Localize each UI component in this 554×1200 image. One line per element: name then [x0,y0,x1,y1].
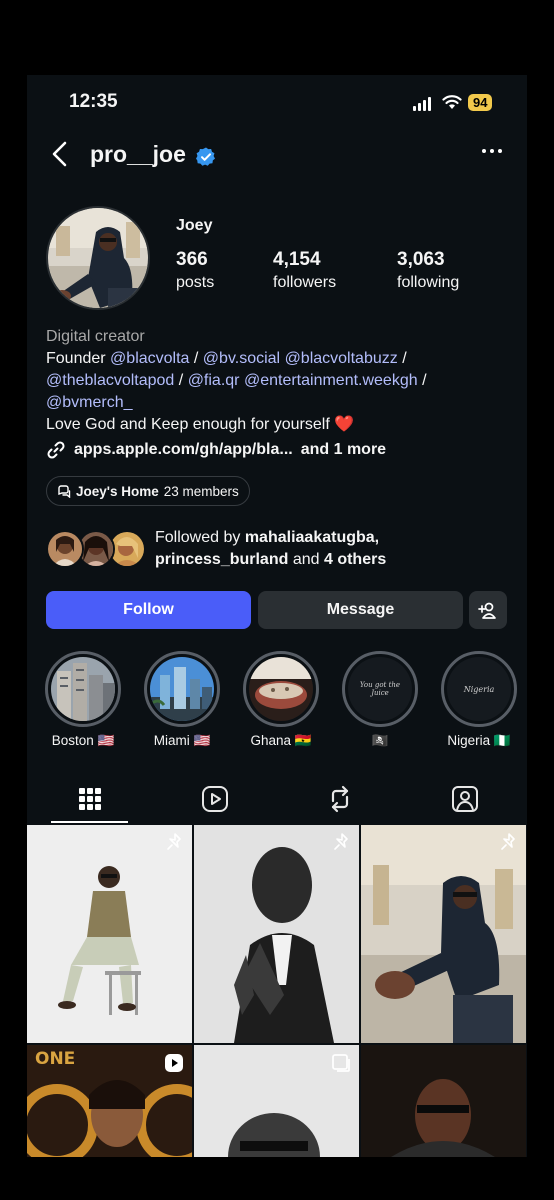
post-thumbnail[interactable] [361,1045,526,1157]
stat-value: 366 [176,249,208,270]
bio-separator: / [402,350,407,367]
display-name: Joey [176,217,213,234]
carousel-icon [332,1054,350,1072]
stat-value: 3,063 [397,249,445,270]
broadcast-channel-chip[interactable]: Joey's Home 23 members [46,476,250,506]
mention-link[interactable]: @blacvolta [110,350,189,367]
mention-link[interactable]: @fia.qr [188,372,240,389]
back-arrow-icon[interactable] [49,139,71,169]
channel-name: Joey's Home [76,483,159,499]
highlight-pirate[interactable]: You got the Juice 🏴‍☠️ [341,651,419,749]
followed-by-section[interactable]: Followed by mahaliaakatugba, princess_bu… [46,527,526,571]
link-icon [47,441,65,459]
post-thumbnail[interactable] [194,1045,359,1157]
highlight-cover-text: You got the Juice [359,681,401,697]
highlight-label: Boston 🇺🇸 [51,733,115,748]
stat-label: posts [176,274,215,291]
bio-line-3: @bvmerch_ [46,392,516,414]
cellular-signal-icon [413,97,431,111]
stat-label: following [397,274,460,291]
profile-bio: Digital creator Founder @blacvolta / @bv… [46,326,516,436]
channel-members: 23 members [163,483,239,499]
pin-icon [167,833,181,850]
profile-link[interactable]: apps.apple.com/gh/app/bla... and 1 more [46,440,386,460]
pin-icon [334,833,348,850]
tab-posts[interactable] [27,775,152,823]
verified-badge-icon [196,147,216,166]
post-thumbnail[interactable]: ONE [27,1045,192,1157]
bio-separator: / [178,372,184,389]
follower-username[interactable]: mahaliaakatugba, [245,529,379,546]
reels-icon [201,786,228,812]
stat-value: 4,154 [273,249,321,270]
more-options-icon[interactable] [482,149,502,153]
mention-link[interactable]: @bv.social [203,350,280,367]
post-thumbnail[interactable] [361,825,526,1043]
bio-tagline: Love God and Keep enough for yourself [46,416,330,433]
mention-link[interactable]: @entertainment.weekgh [244,372,418,389]
mention-link[interactable]: @blacvoltabuzz [285,350,398,367]
highlight-nigeria[interactable]: Nigeria Nigeria 🇳🇬 [440,651,518,749]
link-url[interactable]: apps.apple.com/gh/app/bla... [74,441,293,459]
followed-by-and: and [292,551,320,568]
highlight-label: Nigeria 🇳🇬 [447,733,511,748]
tagged-icon [451,786,478,812]
profile-header: pro__joe [27,135,527,175]
status-bar: 12:35 94 [27,91,527,115]
bio-founder-text: Founder [46,350,106,367]
channel-icon [58,485,71,498]
suggested-accounts-button[interactable] [469,591,507,629]
stat-following[interactable]: 3,063 following [397,249,459,292]
tab-reels[interactable] [152,775,277,823]
mention-link[interactable]: @bvmerch_ [46,394,133,411]
tab-tagged[interactable] [402,775,527,823]
profile-tabs [27,775,527,823]
profile-category: Digital creator [46,328,145,345]
wifi-icon [442,95,462,109]
battery-indicator: 94 [468,94,493,111]
post-thumbnail[interactable] [27,825,192,1043]
link-more[interactable]: and 1 more [301,441,386,459]
follower-avatar [46,530,84,568]
mention-link[interactable]: @theblacvoltapod [46,372,174,389]
followed-by-text: Followed by mahaliaakatugba, princess_bu… [155,527,515,571]
bio-line-2: @theblacvoltapod / @fia.qr @entertainmen… [46,370,516,392]
bio-separator: / [422,372,427,389]
add-person-icon [478,602,496,619]
followed-by-others[interactable]: 4 others [324,551,386,568]
profile-avatar[interactable] [46,206,150,310]
stat-posts[interactable]: 366 posts [176,249,214,292]
highlight-boston[interactable]: Boston 🇺🇸 [44,651,122,749]
active-tab-indicator [51,821,128,823]
highlight-cover-text: Nigeria [463,684,495,694]
message-button[interactable]: Message [258,591,463,629]
reel-icon [165,1054,183,1072]
bio-line-4: Love God and Keep enough for yourself ❤️ [46,414,516,436]
reposts-icon [331,785,348,813]
grid-icon [78,788,101,810]
pin-icon [501,833,515,850]
status-time: 12:35 [69,91,118,112]
highlight-label: 🏴‍☠️ [371,733,389,748]
profile-screen: 12:35 94 pro__joe Joey 366 posts 4,154 f… [27,75,527,1157]
followed-by-prefix: Followed by [155,529,241,546]
tab-reposts[interactable] [277,775,402,823]
heart-emoji: ❤️ [334,416,355,433]
follow-button[interactable]: Follow [46,591,251,629]
follower-username[interactable]: princess_burland [155,551,288,568]
stat-followers[interactable]: 4,154 followers [273,249,336,292]
highlight-ghana[interactable]: Ghana 🇬🇭 [242,651,320,749]
post-brand-text: ONE [35,1049,76,1069]
post-thumbnail[interactable] [194,825,359,1043]
bio-separator: / [193,350,199,367]
profile-username: pro__joe [90,141,186,167]
stat-label: followers [273,274,337,291]
bio-line-1: Founder @blacvolta / @bv.social @blacvol… [46,348,516,370]
highlight-label: Miami 🇺🇸 [153,733,211,748]
highlight-label: Ghana 🇬🇭 [250,733,312,748]
highlight-miami[interactable]: Miami 🇺🇸 [143,651,221,749]
